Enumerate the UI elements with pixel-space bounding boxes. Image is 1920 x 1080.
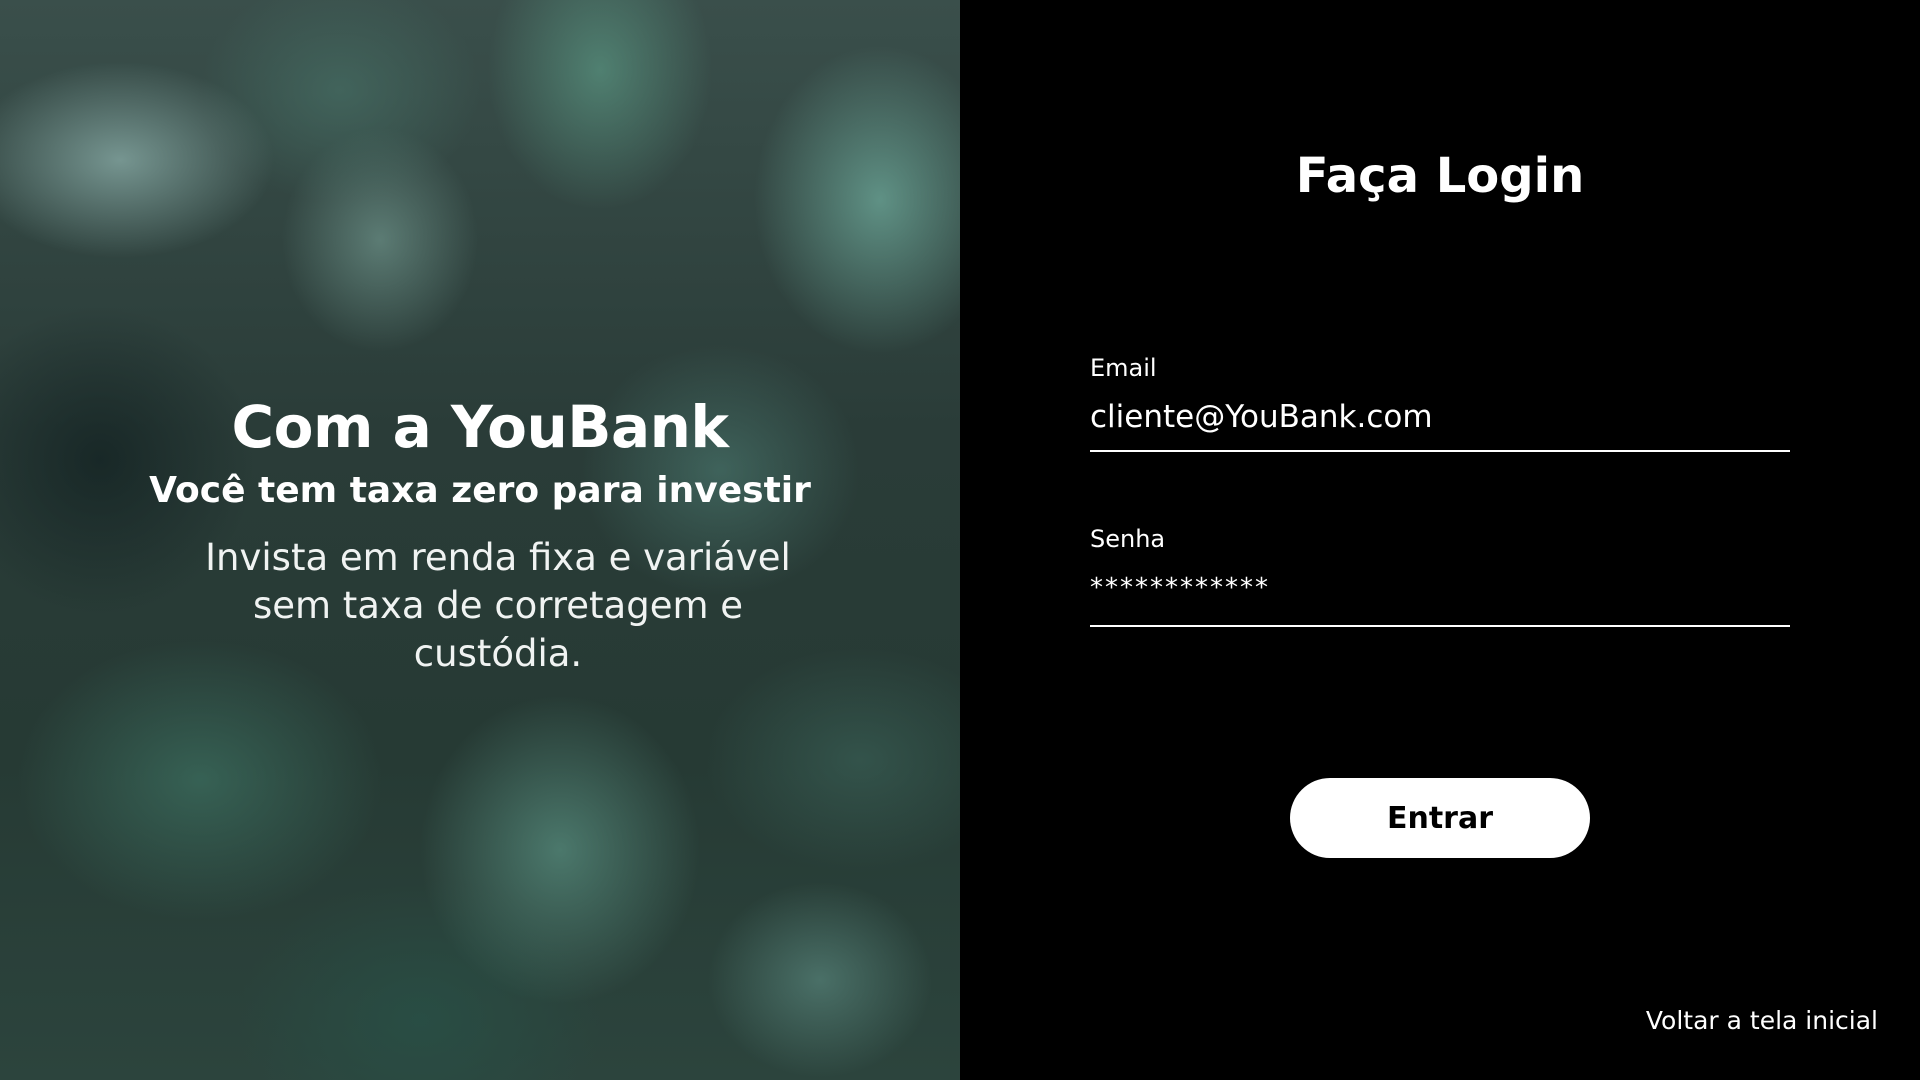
login-button[interactable]: Entrar [1290,778,1590,858]
back-to-home-link[interactable]: Voltar a tela inicial [1646,1004,1878,1038]
email-label: Email [1090,354,1157,382]
login-page: Com a YouBank Você tem taxa zero para in… [0,0,1920,1080]
email-field[interactable] [1090,398,1790,452]
hero-subtitle: Você tem taxa zero para investir [149,470,811,511]
password-field-group: Senha [1090,523,1790,627]
password-label: Senha [1090,525,1166,553]
hero-panel: Com a YouBank Você tem taxa zero para in… [0,0,960,1080]
login-title: Faça Login [1295,148,1585,204]
email-field-group: Email [1090,352,1790,452]
hero-content: Com a YouBank Você tem taxa zero para in… [0,390,960,678]
login-panel: Faça Login Email Senha Entrar Voltar a t… [960,0,1920,1080]
hero-description: Invista em renda fixa e variável sem tax… [205,536,791,675]
password-field[interactable] [1090,569,1790,627]
hero-title: Com a YouBank [231,393,729,461]
